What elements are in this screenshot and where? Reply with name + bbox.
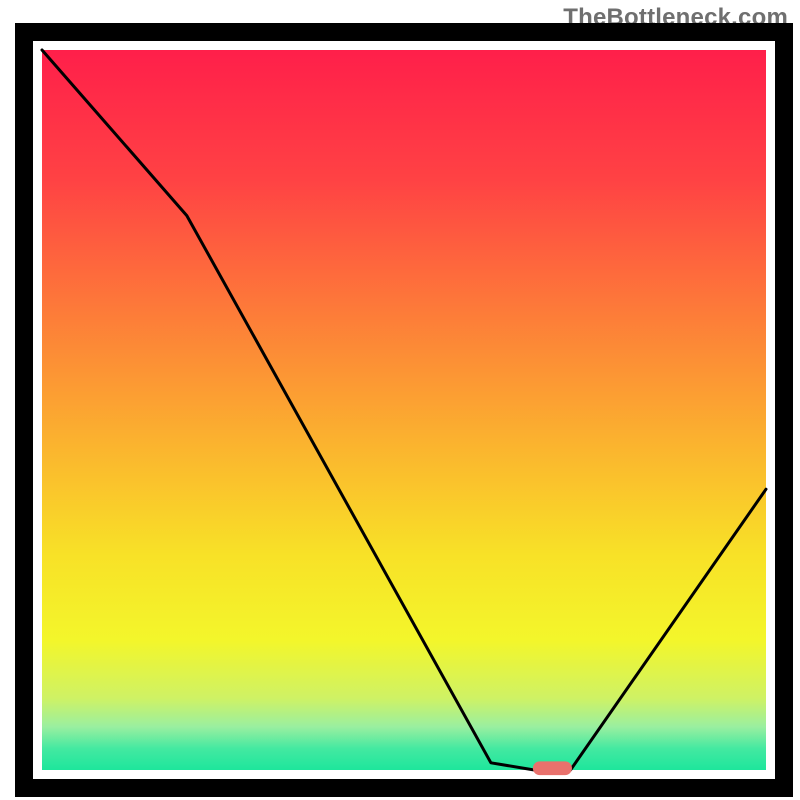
bottleneck-chart bbox=[0, 0, 800, 800]
plot-background bbox=[42, 50, 766, 770]
optimum-marker bbox=[533, 761, 572, 775]
chart-container: TheBottleneck.com bbox=[0, 0, 800, 800]
